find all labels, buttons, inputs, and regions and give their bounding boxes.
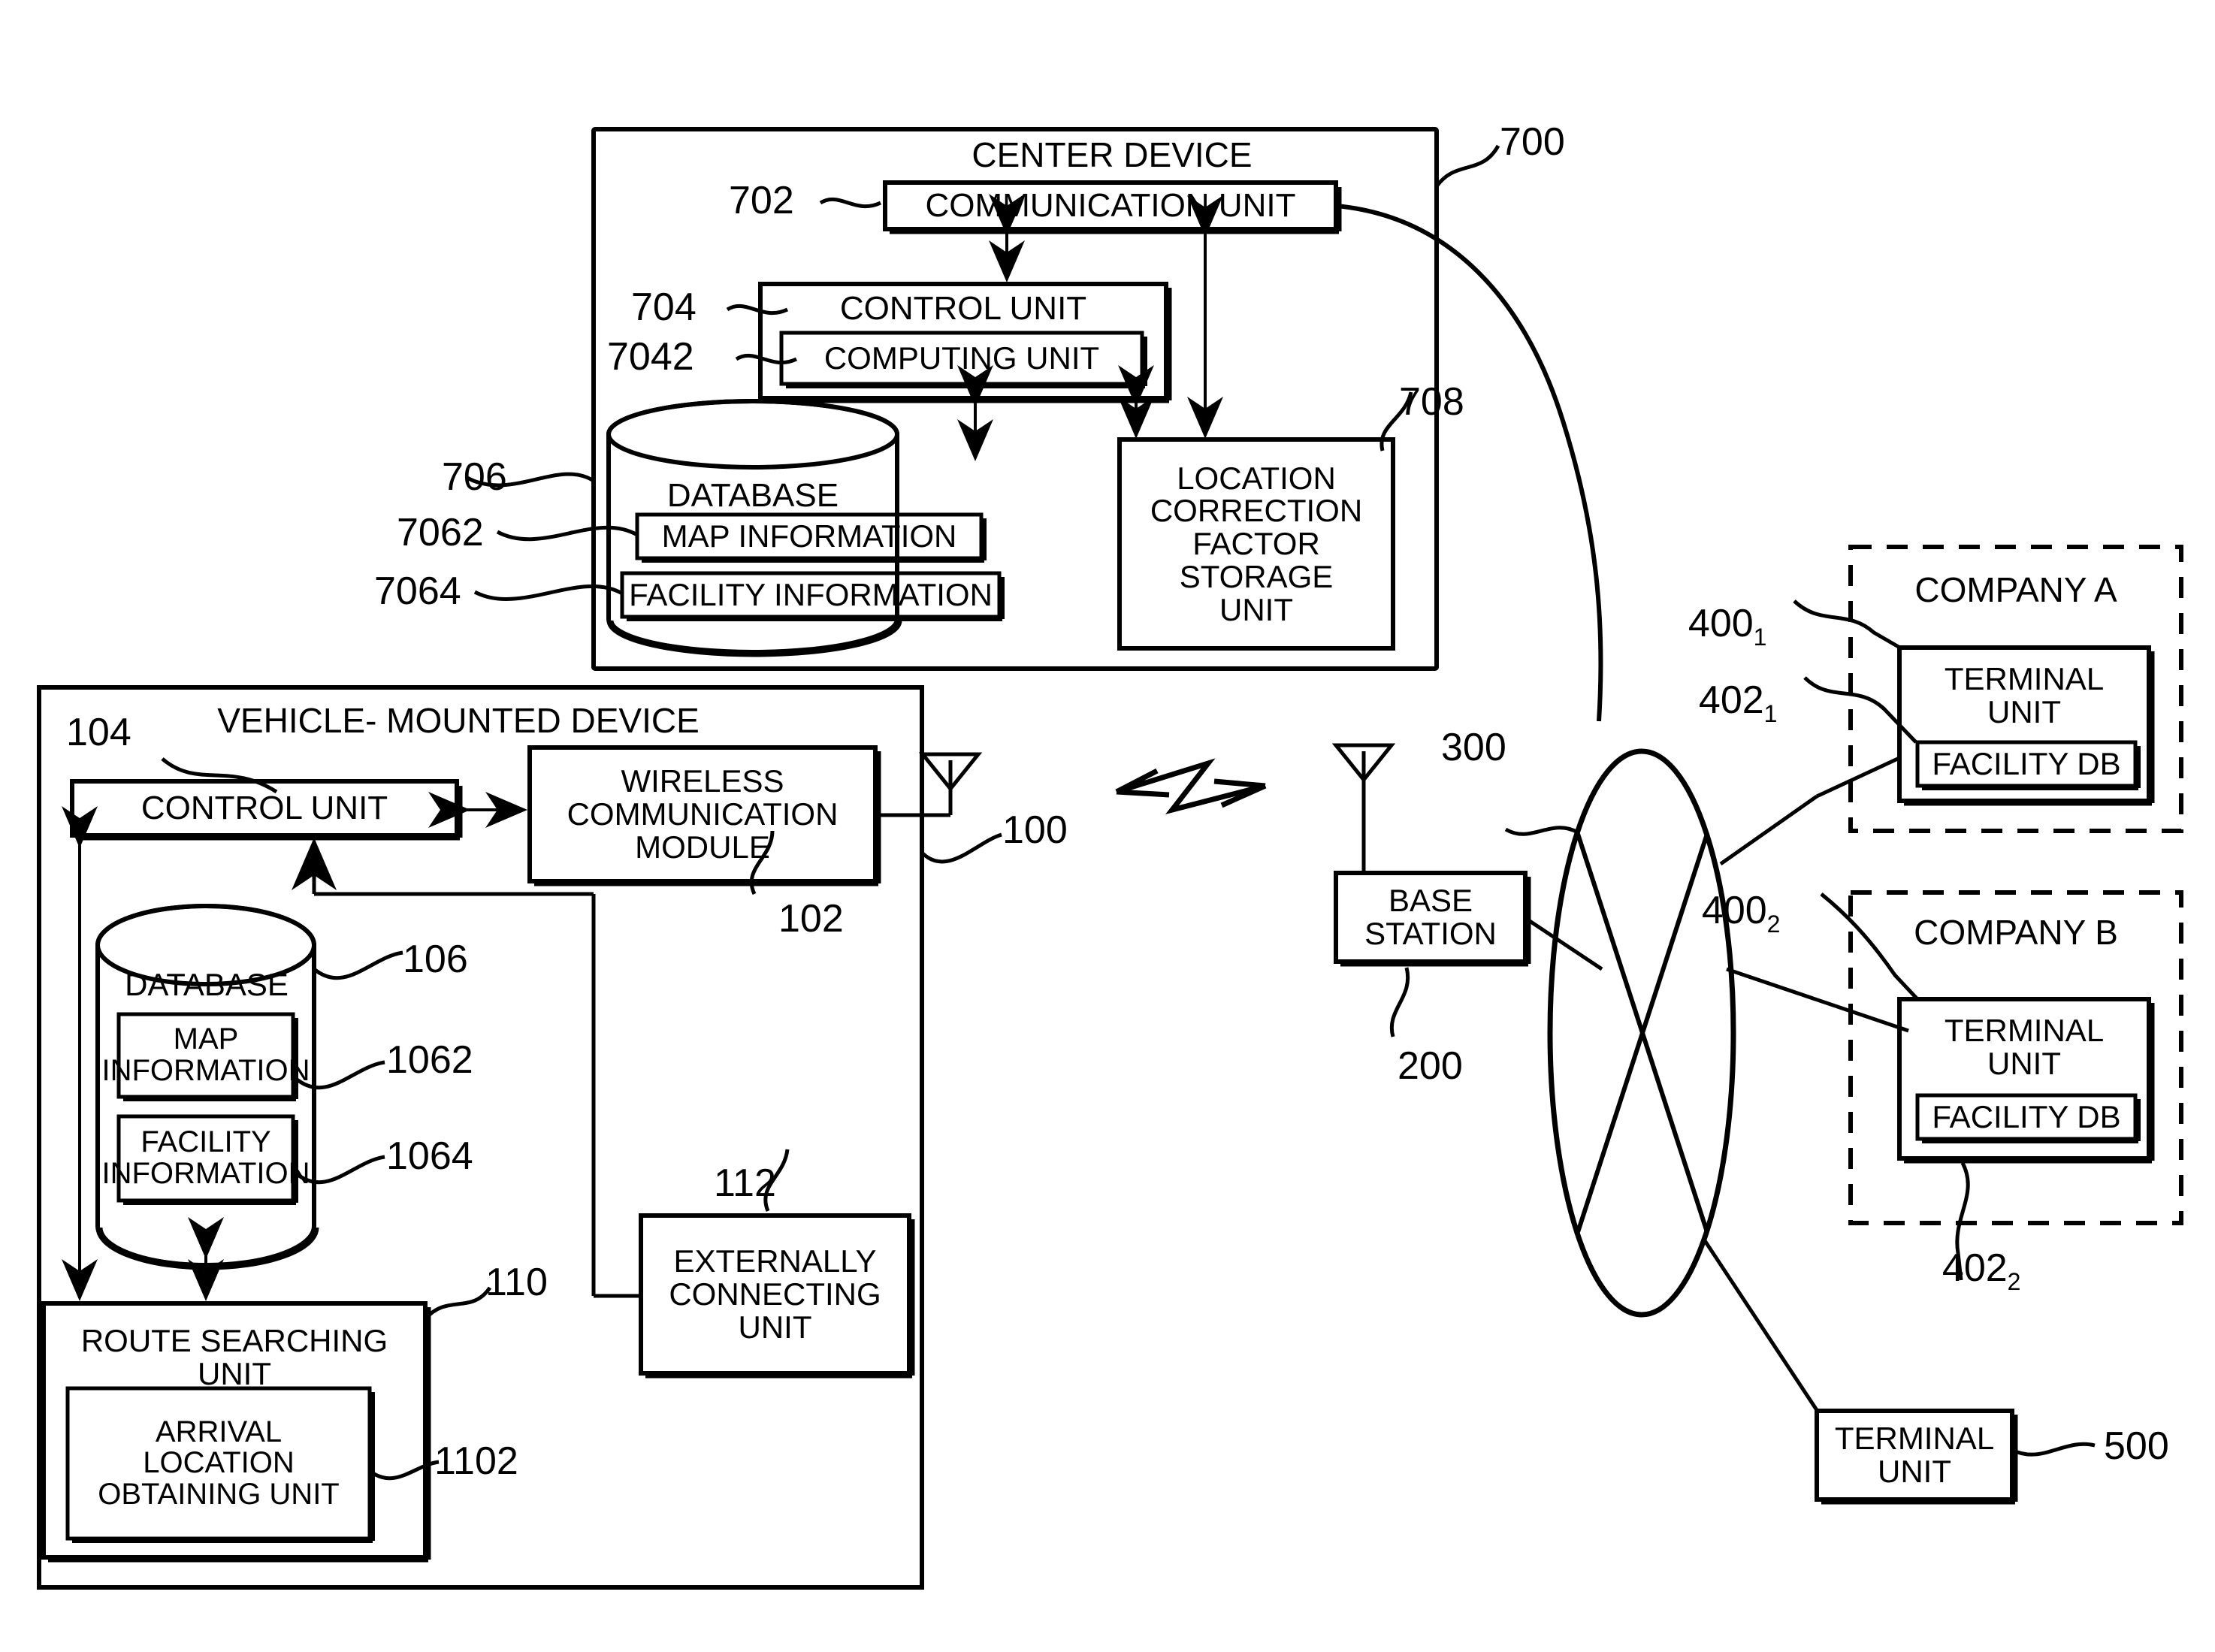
company-a-ref: 4001	[1667, 562, 1767, 649]
communication-unit-ref: 702	[729, 179, 794, 222]
computing-unit-box[interactable]: COMPUTING UNIT	[781, 333, 1142, 384]
location-correction-ref: 708	[1399, 380, 1464, 424]
database-label-center: DATABASE	[666, 477, 839, 515]
company-b-ref-sub: 2	[1766, 910, 1781, 938]
terminal-unit-box-a[interactable]: TERMINAL UNIT	[1899, 658, 2149, 733]
control-unit-ref-center: 704	[631, 285, 697, 329]
company-b-ref: 4002	[1680, 849, 1781, 936]
terminal-unit-box-standalone[interactable]: TERMINAL UNIT	[1817, 1411, 2012, 1499]
map-information-box-vehicle[interactable]: MAP INFORMATION	[102, 1014, 310, 1097]
database-ref-vehicle: 106	[403, 938, 468, 981]
vehicle-device-ref: 100	[1002, 808, 1068, 852]
terminal-unit-box-b[interactable]: TERMINAL UNIT	[1899, 1010, 2149, 1085]
terminal-unit-a-ref-sub: 1	[1763, 699, 1778, 727]
wireless-module-ref: 102	[778, 897, 844, 941]
map-information-ref-center: 7062	[397, 511, 484, 554]
center-device-title: CENTER DEVICE	[972, 135, 1253, 175]
control-unit-box-vehicle[interactable]: CONTROL UNIT	[72, 781, 457, 835]
database-ref-center: 706	[442, 455, 507, 499]
terminal-unit-b-ref: 4022	[1920, 1207, 2021, 1294]
terminal-unit-a-ref: 4021	[1677, 639, 1778, 726]
communication-unit-box[interactable]: COMMUNICATION UNIT	[885, 183, 1336, 229]
company-b-title: COMPANY B	[1914, 913, 2118, 953]
control-unit-box-center[interactable]: CONTROL UNIT	[760, 287, 1166, 331]
location-correction-factor-storage-unit-box[interactable]: LOCATION CORRECTION FACTOR STORAGE UNIT	[1120, 439, 1393, 648]
company-b-ref-number: 400	[1701, 888, 1767, 932]
map-information-box-center[interactable]: MAP INFORMATION	[637, 515, 981, 558]
externally-connecting-unit-ref: 112	[714, 1161, 776, 1205]
route-searching-unit-ref: 110	[485, 1261, 548, 1304]
network-cloud-ref: 300	[1441, 726, 1506, 769]
terminal-unit-b-ref-number: 402	[1942, 1246, 2008, 1290]
vehicle-device-title: VEHICLE- MOUNTED DEVICE	[217, 701, 700, 741]
patent-figure: CENTER DEVICE 700 COMMUNICATION UNIT 702…	[0, 0, 2215, 1652]
arrival-location-obtaining-unit-box[interactable]: ARRIVAL LOCATION OBTAINING UNIT	[68, 1388, 370, 1539]
facility-information-box-center[interactable]: FACILITY INFORMATION	[622, 573, 999, 617]
facility-information-ref-center: 7064	[374, 569, 461, 613]
standalone-terminal-ref: 500	[2104, 1424, 2169, 1468]
base-station-ref: 200	[1398, 1044, 1463, 1088]
facility-information-ref-vehicle: 1064	[386, 1134, 473, 1178]
externally-connecting-unit-box[interactable]: EXTERNALLY CONNECTING UNIT	[641, 1216, 909, 1373]
base-station-box[interactable]: BASE STATION	[1336, 873, 1525, 962]
company-a-title: COMPANY A	[1914, 570, 2117, 610]
facility-information-box-vehicle[interactable]: FACILITY INFORMATION	[102, 1116, 310, 1200]
center-device-ref: 700	[1500, 120, 1565, 164]
database-label-vehicle: DATABASE	[125, 967, 289, 1003]
control-unit-ref-vehicle: 104	[66, 711, 131, 754]
map-information-ref-vehicle: 1062	[386, 1038, 473, 1082]
facility-db-box-b[interactable]: FACILITY DB	[1917, 1095, 2135, 1139]
terminal-unit-a-ref-number: 402	[1698, 678, 1764, 722]
arrival-location-unit-ref: 1102	[434, 1439, 518, 1483]
facility-db-box-a[interactable]: FACILITY DB	[1917, 742, 2135, 786]
route-searching-unit-box[interactable]: ROUTE SEARCHING UNIT	[44, 1322, 425, 1393]
computing-unit-ref: 7042	[607, 335, 694, 379]
wireless-communication-module-box[interactable]: WIRELESS COMMUNICATION MODULE	[530, 747, 875, 881]
terminal-unit-b-ref-sub: 2	[2007, 1267, 2021, 1295]
